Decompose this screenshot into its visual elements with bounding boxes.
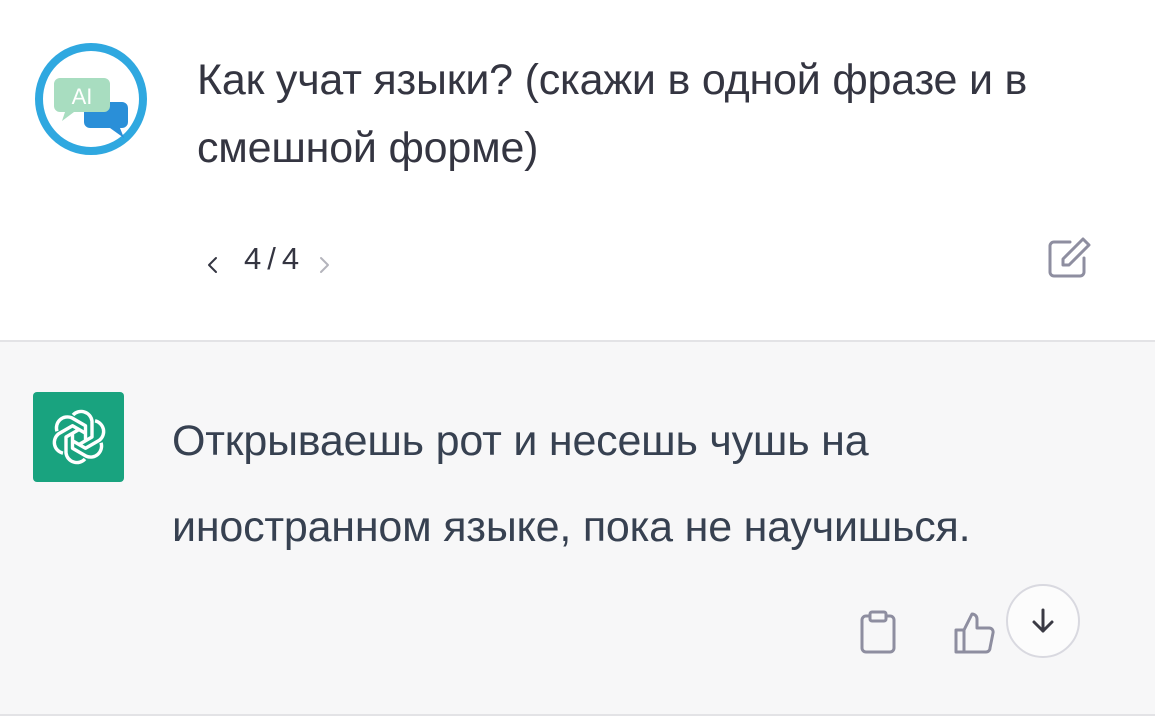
- bottom-strip: [0, 716, 1155, 724]
- openai-logo-icon: [52, 409, 105, 465]
- chevron-right-icon[interactable]: [313, 248, 335, 273]
- user-message: AI Как учат языки? (скажи в одной фразе …: [0, 0, 1155, 340]
- assistant-message: Открываешь рот и несешь чушь на иностран…: [0, 342, 1155, 714]
- response-pager: 4 / 4: [202, 236, 335, 282]
- user-message-text: Как учат языки? (скажи в одной фразе и в…: [197, 56, 1028, 172]
- pager-separator: /: [267, 241, 276, 276]
- ai-chat-bubble-icon: AI: [35, 43, 147, 155]
- edit-icon[interactable]: [1046, 236, 1094, 280]
- arrow-down-icon: [1032, 608, 1054, 633]
- pager-current: 4: [244, 241, 262, 276]
- pager-count: 4 / 4: [244, 241, 299, 277]
- thumbs-up-icon[interactable]: [952, 610, 998, 656]
- assistant-avatar: [33, 392, 124, 482]
- avatar-label: AI: [72, 84, 93, 109]
- clipboard-icon[interactable]: [858, 610, 898, 656]
- chevron-left-icon[interactable]: [202, 248, 224, 273]
- user-avatar: AI: [32, 40, 150, 158]
- scroll-down-button[interactable]: [1006, 584, 1080, 658]
- assistant-message-text: Открываешь рот и несешь чушь на иностран…: [172, 417, 971, 551]
- pager-total: 4: [281, 241, 300, 276]
